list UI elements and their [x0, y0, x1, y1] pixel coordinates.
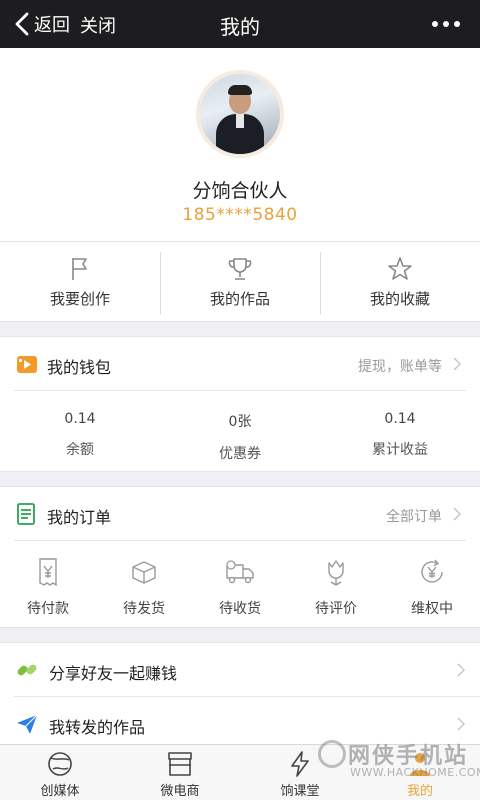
trophy-icon — [228, 258, 252, 280]
tab-commerce[interactable]: 微电商 — [120, 745, 240, 800]
chevron-right-icon — [453, 507, 462, 521]
stat-label: 累计收益 — [372, 442, 428, 458]
tab-mine[interactable]: 我的 — [360, 745, 480, 800]
create-button[interactable]: 我要创作 — [0, 242, 160, 321]
after-sales-button[interactable]: 维权中 — [384, 541, 480, 629]
bottom-tab-bar: 创媒体 微电商 饷课堂 我的 — [0, 744, 480, 800]
flag-icon — [72, 258, 87, 280]
wallet-icon — [17, 356, 37, 373]
more-dots-icon[interactable] — [432, 21, 460, 27]
my-works-button[interactable]: 我的作品 — [160, 242, 320, 321]
order-item-label: 待收货 — [219, 601, 261, 617]
wallet-header[interactable]: 我的钱包 提现，账单等 — [14, 337, 466, 391]
all-orders-link[interactable]: 全部订单 — [386, 506, 442, 526]
stat-label: 余额 — [66, 442, 94, 458]
stat-label: 优惠券 — [219, 446, 261, 462]
pending-payment-button[interactable]: 待付款 — [0, 541, 96, 629]
chevron-right-icon — [453, 357, 462, 371]
wallet-stats: 0.14 余额 0张 优惠券 0.14 累计收益 — [0, 391, 480, 473]
stat-value: 0张 — [228, 414, 252, 430]
order-item-label: 待评价 — [315, 601, 357, 617]
row-label: 分享好友一起赚钱 — [49, 664, 178, 683]
tab-classroom[interactable]: 饷课堂 — [240, 745, 360, 800]
pending-review-button[interactable]: 待评价 — [288, 541, 384, 629]
share-friends-row[interactable]: 分享好友一起赚钱 — [14, 643, 480, 697]
person-icon — [410, 753, 430, 776]
row-label: 我转发的作品 — [49, 718, 146, 737]
wallet-link[interactable]: 提现，账单等 — [358, 356, 442, 376]
earnings-stat[interactable]: 0.14 累计收益 — [320, 391, 480, 473]
profile-header: 分饷合伙人 185****5840 — [0, 48, 480, 242]
stat-value: 0.14 — [64, 411, 96, 427]
lightning-icon — [291, 751, 309, 777]
order-list-icon — [17, 503, 35, 525]
chevron-right-icon — [457, 663, 466, 677]
tab-label: 我的 — [406, 784, 433, 799]
yen-refresh-icon — [421, 559, 443, 583]
box-icon — [132, 561, 156, 584]
chain-link-icon — [17, 664, 37, 676]
order-status-row: 待付款 待发货 待收货 待评价 维权中 — [0, 541, 480, 629]
wallet-card: 我的钱包 提现，账单等 0.14 余额 0张 优惠券 0.14 累计收益 — [0, 336, 480, 472]
paper-plane-icon — [17, 714, 38, 734]
user-name: 分饷合伙人 — [192, 180, 288, 202]
globe-icon — [48, 752, 72, 776]
orders-header[interactable]: 我的订单 全部订单 — [14, 487, 466, 541]
action-label: 我的收藏 — [369, 290, 430, 308]
order-item-label: 待发货 — [123, 601, 165, 617]
tab-label: 创媒体 — [40, 784, 80, 799]
avatar[interactable] — [196, 70, 284, 158]
tab-label: 饷课堂 — [280, 784, 320, 799]
forwarded-works-row[interactable]: 我转发的作品 — [14, 697, 480, 751]
orders-card: 我的订单 全部订单 待付款 待发货 待收货 待评价 维权中 — [0, 486, 480, 628]
receipt-yen-icon — [39, 558, 57, 587]
tab-label: 微电商 — [160, 784, 200, 799]
top-nav-bar: 返回 关闭 我的 — [0, 0, 480, 48]
pending-receipt-button[interactable]: 待收货 — [192, 541, 288, 629]
orders-title: 我的订单 — [47, 508, 112, 527]
user-phone: 185****5840 — [182, 205, 298, 225]
menu-list: 分享好友一起赚钱 我转发的作品 — [0, 642, 480, 751]
action-label: 我的作品 — [209, 290, 270, 308]
order-item-label: 维权中 — [411, 601, 453, 617]
pending-shipment-button[interactable]: 待发货 — [96, 541, 192, 629]
quick-actions: 我要创作 我的作品 我的收藏 — [0, 242, 480, 322]
star-icon — [388, 257, 412, 280]
wallet-title: 我的钱包 — [47, 358, 112, 377]
tab-media[interactable]: 创媒体 — [0, 745, 120, 800]
tulip-icon — [328, 560, 344, 586]
my-favorites-button[interactable]: 我的收藏 — [320, 242, 480, 321]
store-icon — [168, 752, 192, 776]
action-label: 我要创作 — [49, 290, 110, 308]
balance-stat[interactable]: 0.14 余额 — [0, 391, 160, 473]
page-title: 我的 — [220, 15, 260, 39]
chevron-right-icon — [457, 717, 466, 731]
truck-icon — [226, 560, 254, 584]
coupon-stat[interactable]: 0张 优惠券 — [160, 391, 320, 473]
order-item-label: 待付款 — [27, 601, 69, 617]
stat-value: 0.14 — [384, 411, 416, 427]
